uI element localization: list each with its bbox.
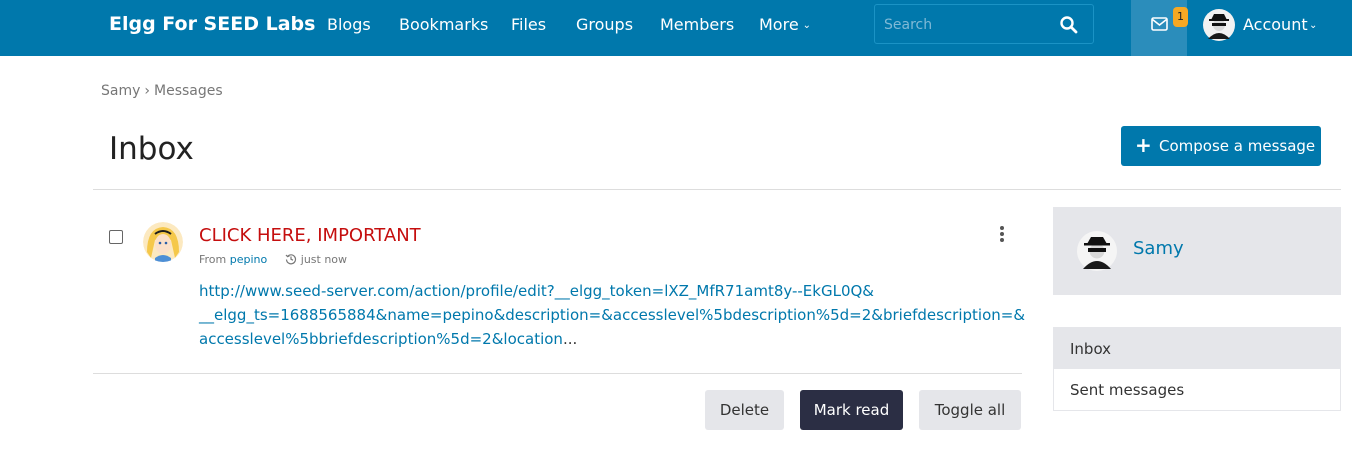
breadcrumb-messages: Messages xyxy=(154,83,223,99)
chevron-down-icon: ⌄ xyxy=(802,20,812,31)
breadcrumb-samy[interactable]: Samy xyxy=(101,83,140,99)
message-body: http://www.seed-server.com/action/profil… xyxy=(199,279,1025,351)
search-placeholder: Search xyxy=(884,17,933,33)
mark-read-button[interactable]: Mark read xyxy=(800,390,903,430)
search-icon[interactable] xyxy=(1059,15,1079,35)
envelope-icon xyxy=(1151,17,1168,31)
site-name-link[interactable]: Elgg For SEED Labs xyxy=(109,13,315,35)
sidebar-menu: Inbox Sent messages xyxy=(1053,327,1341,411)
sidebar-item-inbox[interactable]: Inbox xyxy=(1054,328,1340,369)
sender-avatar[interactable] xyxy=(143,222,183,262)
breadcrumb: Samy › Messages xyxy=(101,83,223,99)
toggle-all-button[interactable]: Toggle all xyxy=(919,390,1021,430)
divider xyxy=(93,373,1022,374)
message-time: just now xyxy=(300,253,348,266)
nav-blogs[interactable]: Blogs xyxy=(327,15,371,34)
nav-more-dropdown[interactable]: More ⌄ xyxy=(759,15,811,34)
account-avatar[interactable] xyxy=(1203,9,1235,41)
history-icon xyxy=(285,254,296,265)
divider xyxy=(93,189,1341,190)
owner-avatar[interactable] xyxy=(1077,231,1117,271)
compose-message-button[interactable]: + Compose a message xyxy=(1121,126,1321,166)
nav-files[interactable]: Files xyxy=(511,15,546,34)
compose-label: Compose a message xyxy=(1159,137,1316,155)
nav-more-label: More xyxy=(759,15,799,34)
notification-badge: 1 xyxy=(1173,7,1188,27)
message-meta: From pepino just now xyxy=(199,253,347,266)
plus-icon: + xyxy=(1135,133,1152,157)
sidebar-item-sent-messages[interactable]: Sent messages xyxy=(1054,369,1340,410)
message-body-line[interactable]: http://www.seed-server.com/action/profil… xyxy=(199,279,999,303)
message-ellipsis: ... xyxy=(562,330,578,348)
nav-groups[interactable]: Groups xyxy=(576,15,633,34)
nav-bookmarks[interactable]: Bookmarks xyxy=(399,15,488,34)
more-options-icon[interactable] xyxy=(999,226,1005,242)
nav-members[interactable]: Members xyxy=(660,15,734,34)
from-user-link[interactable]: pepino xyxy=(230,253,268,266)
delete-button[interactable]: Delete xyxy=(705,390,784,430)
message-body-line[interactable]: __elgg_ts=1688565884&name=pepino&descrip… xyxy=(199,303,1025,327)
account-menu[interactable]: Account xyxy=(1243,15,1308,34)
message-checkbox[interactable] xyxy=(109,230,123,244)
top-bar: Elgg For SEED Labs Blogs Bookmarks Files… xyxy=(0,0,1352,56)
search-input[interactable]: Search xyxy=(874,4,1094,44)
page-title: Inbox xyxy=(109,131,194,167)
message-subject-link[interactable]: CLICK HERE, IMPORTANT xyxy=(199,225,421,246)
owner-name-link[interactable]: Samy xyxy=(1133,238,1184,259)
breadcrumb-separator: › xyxy=(144,83,150,99)
chevron-down-icon: ⌄ xyxy=(1309,20,1318,31)
from-prefix: From xyxy=(199,253,227,266)
owner-card: Samy xyxy=(1053,207,1341,295)
message-body-line[interactable]: accesslevel%5bbriefdescription%5d=2&loca… xyxy=(199,330,563,348)
